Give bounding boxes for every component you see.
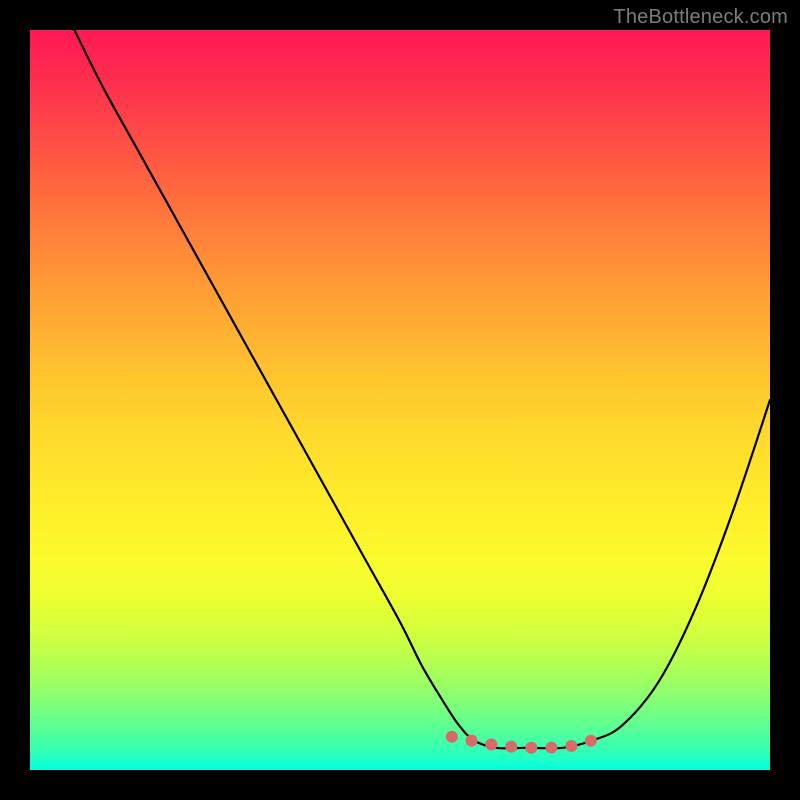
plot-area xyxy=(30,30,770,770)
watermark-text: TheBottleneck.com xyxy=(613,6,788,29)
flat-region-markers xyxy=(452,737,593,748)
bottleneck-curve xyxy=(74,30,770,748)
curve-svg xyxy=(30,30,770,770)
chart-frame: TheBottleneck.com xyxy=(0,0,800,800)
